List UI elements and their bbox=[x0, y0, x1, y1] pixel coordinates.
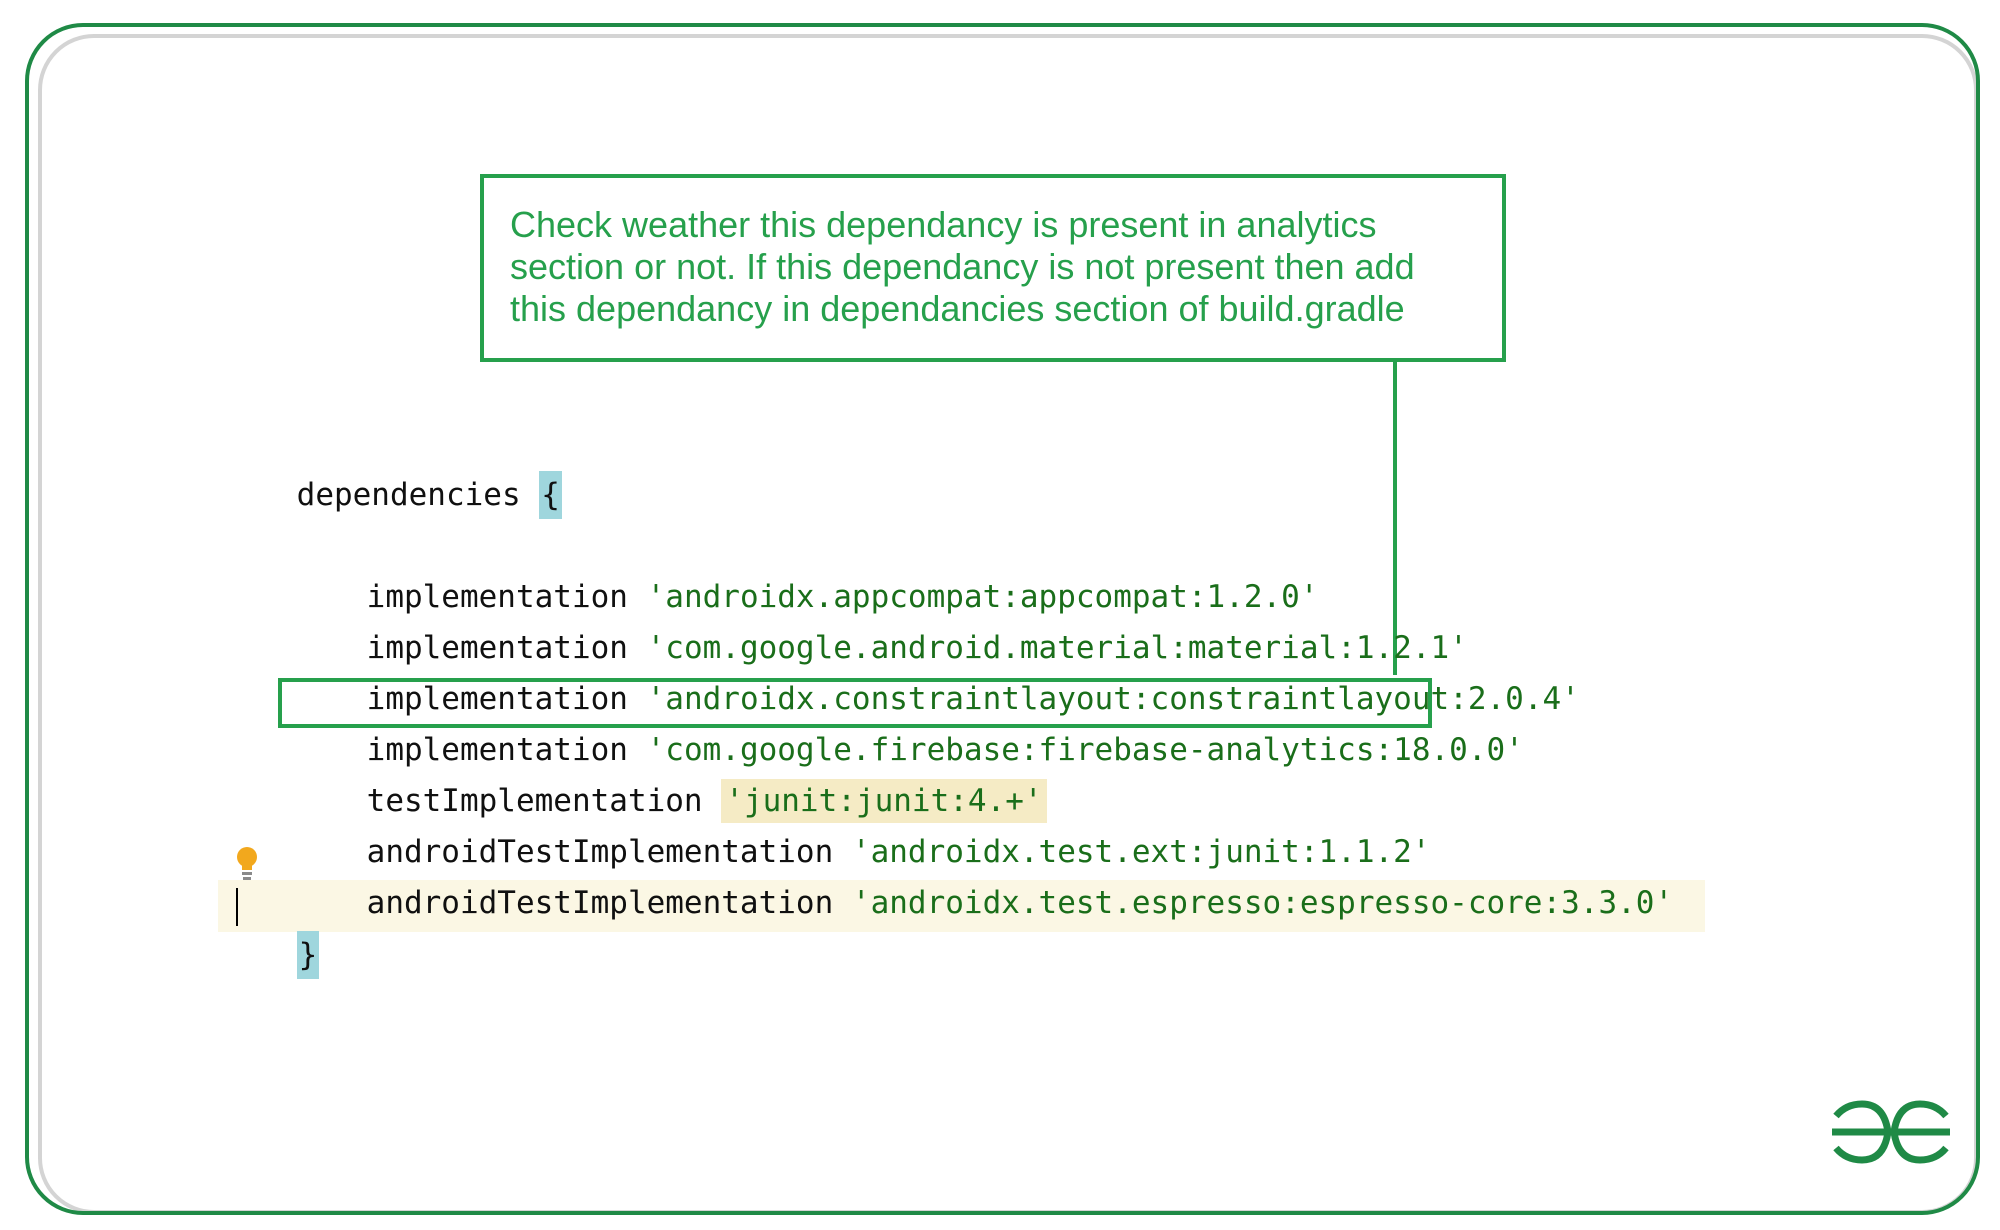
dependency-keyword: androidTestImplementation bbox=[366, 885, 834, 921]
callout-line-1: Check weather this dependancy is present… bbox=[510, 204, 1377, 245]
code-line-header: dependencies { bbox=[222, 420, 562, 519]
code-line: implementation 'androidx.appcompat:appco… bbox=[292, 522, 1319, 615]
code-line: implementation 'com.google.android.mater… bbox=[292, 573, 1468, 666]
dependencies-keyword: dependencies bbox=[296, 477, 521, 513]
code-line: implementation 'androidx.constraintlayou… bbox=[292, 624, 1580, 717]
open-brace: { bbox=[539, 471, 562, 519]
close-brace: } bbox=[296, 931, 320, 979]
text-caret bbox=[236, 888, 238, 926]
annotation-callout: Check weather this dependancy is present… bbox=[480, 174, 1506, 362]
lightbulb-icon[interactable] bbox=[236, 846, 258, 882]
code-line: testImplementation 'junit:junit:4.+' bbox=[292, 726, 1047, 823]
callout-line-3: this dependancy in dependancies section … bbox=[510, 288, 1405, 329]
dependency-string: 'androidx.test.espresso:espresso-core:3.… bbox=[851, 885, 1674, 921]
callout-line-2: section or not. If this dependancy is no… bbox=[510, 246, 1415, 287]
gfg-logo bbox=[1832, 1100, 1950, 1164]
code-line: androidTestImplementation 'androidx.test… bbox=[292, 828, 1673, 921]
code-line: androidTestImplementation 'androidx.test… bbox=[292, 777, 1431, 870]
firebase-dependency-highlight-box bbox=[278, 678, 1432, 728]
